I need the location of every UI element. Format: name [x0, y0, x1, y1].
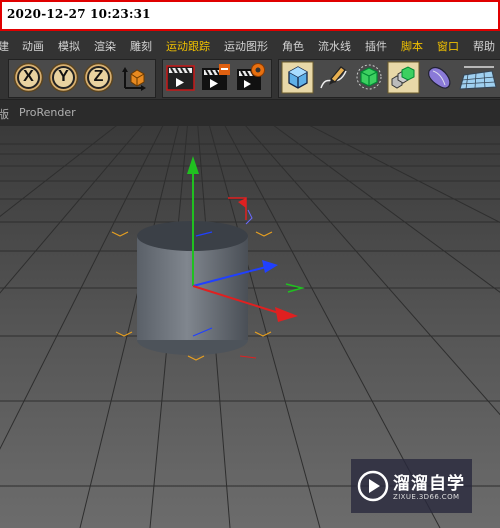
- cube-object-button[interactable]: [281, 61, 314, 94]
- menu-item-script[interactable]: 脚本: [401, 38, 423, 54]
- viewport-header: 版 ProRender: [0, 99, 500, 126]
- axis-x-label: X: [23, 68, 34, 85]
- render-settings-icon[interactable]: [234, 61, 267, 94]
- watermark-play-icon: [357, 470, 389, 502]
- axis-z-label: Z: [93, 68, 104, 85]
- cloner-button[interactable]: [387, 61, 420, 94]
- menu-item-window[interactable]: 窗口: [437, 38, 459, 54]
- menu-item-simulate[interactable]: 模拟: [58, 38, 80, 54]
- menu-item-animation[interactable]: 动画: [22, 38, 44, 54]
- menu-item-build[interactable]: 建: [0, 38, 9, 54]
- menu-item-character[interactable]: 角色: [282, 38, 304, 54]
- menu-item-pipeline[interactable]: 流水线: [318, 38, 351, 54]
- menu-bar: 建 动画 模拟 渲染 雕刻 运动跟踪 运动图形 角色 流水线 插件 脚本 窗口 …: [0, 31, 500, 57]
- menu-item-motion-tracking[interactable]: 运动跟踪: [166, 38, 210, 54]
- floor-object-button[interactable]: [458, 61, 497, 94]
- watermark: 溜溜自学 ZIXUE.3D66.COM: [351, 459, 472, 513]
- render-to-picture-viewer-icon[interactable]: [199, 61, 232, 94]
- subbar-left-label[interactable]: 版: [0, 106, 9, 122]
- coordinate-system-button[interactable]: [118, 61, 151, 94]
- axis-y-label: Y: [58, 68, 69, 85]
- axis-x-lock-button[interactable]: X: [12, 61, 45, 94]
- toolbar: X Y Z: [0, 57, 500, 99]
- subdivision-surface-button[interactable]: [352, 61, 385, 94]
- watermark-title: 溜溜自学: [393, 474, 465, 494]
- menu-item-plugins[interactable]: 插件: [365, 38, 387, 54]
- axis-z-lock-button[interactable]: Z: [82, 61, 115, 94]
- timestamp-text: 2020-12-27 10:23:31: [7, 7, 151, 21]
- menu-item-sculpt[interactable]: 雕刻: [130, 38, 152, 54]
- prorender-menu[interactable]: ProRender: [19, 106, 76, 119]
- watermark-subtitle: ZIXUE.3D66.COM: [393, 493, 460, 501]
- menu-item-mograph[interactable]: 运动图形: [224, 38, 268, 54]
- pen-spline-button[interactable]: [317, 61, 350, 94]
- menu-item-render[interactable]: 渲染: [94, 38, 116, 54]
- render-view-icon[interactable]: [164, 61, 197, 94]
- deformer-button[interactable]: [423, 61, 456, 94]
- timestamp-bar: 2020-12-27 10:23:31: [0, 0, 500, 31]
- axis-y-lock-button[interactable]: Y: [47, 61, 80, 94]
- menu-item-help[interactable]: 帮助: [473, 38, 495, 54]
